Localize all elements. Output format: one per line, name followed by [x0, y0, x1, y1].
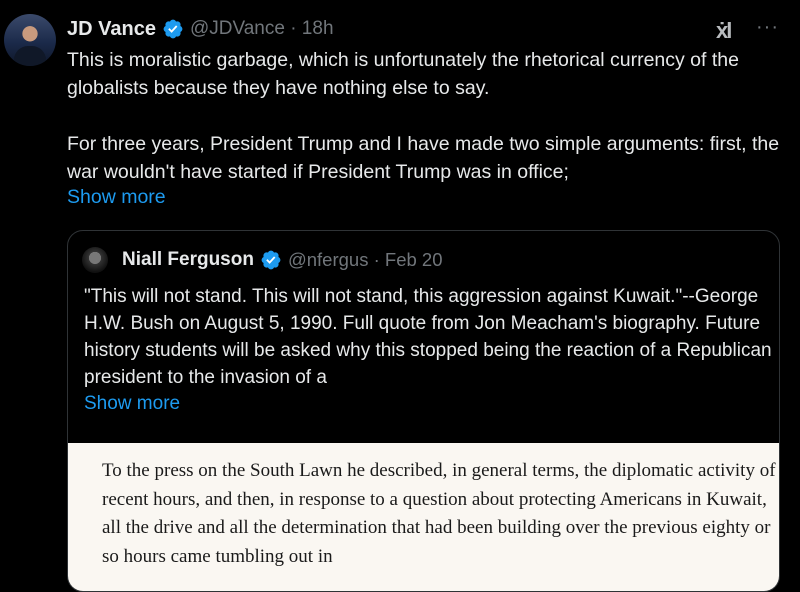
- book-excerpt-text: To the press on the South Lawn he descri…: [102, 460, 776, 567]
- quote-author-header: Niall Ferguson @nfergus · Feb 20: [122, 245, 443, 275]
- verified-badge-icon: [261, 250, 281, 270]
- quote-image[interactable]: To the press on the South Lawn he descri…: [68, 443, 779, 591]
- quote-author-avatar[interactable]: [82, 247, 108, 273]
- tweet-text: This is moralistic garbage, which is unf…: [67, 46, 787, 186]
- quote-author-handle-time[interactable]: @nfergus · Feb 20: [288, 249, 443, 271]
- tweet-paragraph-2: For three years, President Trump and I h…: [67, 133, 780, 183]
- quote-text: "This will not stand. This will not stan…: [84, 283, 774, 391]
- grok-logo-icon[interactable]: ẋl: [716, 18, 732, 44]
- tweet-paragraph-1: This is moralistic garbage, which is unf…: [67, 49, 739, 99]
- quote-author-name[interactable]: Niall Ferguson: [122, 249, 254, 271]
- show-more-link[interactable]: Show more: [67, 186, 166, 209]
- author-handle-time[interactable]: @JDVance · 18h: [190, 18, 334, 40]
- more-options-icon[interactable]: ···: [756, 16, 779, 39]
- author-name[interactable]: JD Vance: [67, 18, 156, 41]
- author-header: JD Vance @JDVance · 18h: [67, 14, 334, 44]
- book-excerpt: To the press on the South Lawn he descri…: [102, 457, 778, 571]
- quoted-tweet[interactable]: Niall Ferguson @nfergus · Feb 20 "This w…: [67, 230, 780, 592]
- author-avatar[interactable]: [4, 14, 56, 66]
- quote-show-more-link[interactable]: Show more: [84, 393, 180, 415]
- quote-paragraph: "This will not stand. This will not stan…: [84, 286, 772, 388]
- verified-badge-icon: [163, 19, 183, 39]
